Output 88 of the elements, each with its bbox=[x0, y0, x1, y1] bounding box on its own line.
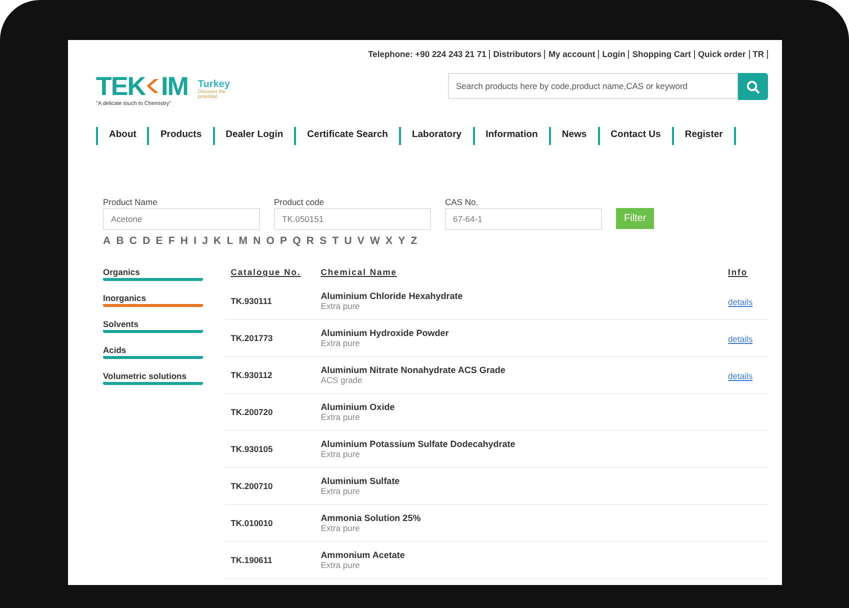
search-icon bbox=[746, 80, 760, 94]
letter-link[interactable]: O bbox=[266, 235, 274, 247]
letter-link[interactable]: I bbox=[194, 235, 196, 247]
chemical-name: Ammonia Solution 25% bbox=[320, 513, 422, 523]
letter-link[interactable]: D bbox=[142, 235, 150, 247]
column-header: Info bbox=[728, 267, 749, 279]
grade-text: Extra pure bbox=[320, 301, 361, 311]
grade-text: Extra pure bbox=[320, 338, 361, 348]
letter-link[interactable]: W bbox=[370, 235, 380, 247]
field-label: CAS No. bbox=[445, 197, 480, 207]
top-link[interactable]: Quick order bbox=[694, 50, 750, 59]
top-link[interactable]: TR bbox=[750, 50, 768, 59]
letter-link[interactable]: R bbox=[306, 235, 314, 247]
column-header: Catalogue No. bbox=[230, 267, 302, 279]
letter-link[interactable]: B bbox=[116, 235, 124, 247]
letter-link[interactable]: M bbox=[238, 235, 248, 247]
letter-link[interactable]: J bbox=[202, 235, 208, 247]
letter-link[interactable]: K bbox=[214, 235, 222, 247]
input-field[interactable]: Acetone bbox=[103, 208, 260, 230]
letter-link[interactable]: E bbox=[156, 235, 163, 247]
nav-link[interactable]: Contact Us bbox=[600, 127, 674, 145]
chemical-name: Aluminium Sulfate bbox=[320, 476, 401, 486]
nav-link[interactable]: Laboratory bbox=[400, 127, 475, 145]
letter-link[interactable]: Y bbox=[398, 235, 406, 247]
catalogue-number: TK.930112 bbox=[230, 370, 274, 380]
grade-text: Extra pure bbox=[320, 486, 361, 496]
nav-link[interactable]: About bbox=[98, 127, 150, 145]
chemical-name: Aluminium Potassium Sulfate Dodecahydrate bbox=[320, 439, 516, 449]
letter-link[interactable]: V bbox=[357, 235, 364, 247]
letter-link[interactable]: Q bbox=[292, 235, 301, 247]
search-button[interactable] bbox=[738, 73, 768, 100]
input-field[interactable]: TK.050151 bbox=[274, 208, 431, 230]
nav-link[interactable]: Information bbox=[474, 127, 551, 145]
catalogue-number: TK.930111 bbox=[230, 296, 273, 306]
letter-link[interactable]: T bbox=[332, 235, 339, 247]
field-label: Product code bbox=[274, 197, 326, 207]
letter-link[interactable]: A bbox=[103, 235, 111, 247]
grade-text: Extra pure bbox=[320, 560, 361, 570]
details-link[interactable]: details bbox=[728, 297, 753, 307]
letter-link[interactable]: Z bbox=[410, 235, 418, 247]
letter-link[interactable]: C bbox=[129, 235, 137, 247]
nav-link[interactable]: Certificate Search bbox=[296, 127, 401, 145]
grade-text: Extra pure bbox=[320, 449, 361, 459]
catalogue-number: TK.010010 bbox=[230, 518, 274, 528]
chemical-name: Aluminium Chloride Hexahydrate bbox=[320, 291, 464, 301]
category-link[interactable]: Organics bbox=[103, 267, 203, 281]
grade-text: ACS grade bbox=[320, 375, 364, 385]
nav-link[interactable]: News bbox=[550, 127, 600, 145]
catalogue-number: TK.930105 bbox=[230, 444, 274, 454]
input-field[interactable]: 67-64-1 bbox=[445, 208, 602, 230]
letter-link[interactable]: S bbox=[320, 235, 327, 247]
catalogue-number: TK.201773 bbox=[230, 333, 274, 343]
grade-text: Extra pure bbox=[320, 412, 361, 422]
catalogue-number: TK.200710 bbox=[230, 481, 274, 491]
category-link[interactable]: Volumetric solutions bbox=[103, 371, 203, 385]
category-link[interactable]: Inorganics bbox=[103, 293, 203, 307]
letter-link[interactable]: P bbox=[280, 235, 288, 247]
chemical-name: Ammonium Acetate bbox=[320, 550, 406, 560]
letter-link[interactable]: H bbox=[180, 235, 188, 247]
nav-link[interactable]: Dealer Login bbox=[214, 127, 296, 145]
letter-link[interactable]: L bbox=[226, 235, 234, 247]
logo-text: IM bbox=[161, 72, 188, 98]
details-link[interactable]: details bbox=[728, 371, 753, 381]
phone-text: Telephone: +90 224 243 21 71 bbox=[365, 50, 490, 59]
nav-link[interactable]: Register bbox=[674, 127, 736, 145]
letter-link[interactable]: X bbox=[386, 235, 393, 247]
grade-text: Extra pure bbox=[320, 523, 361, 533]
top-link[interactable]: Login bbox=[599, 50, 630, 59]
chemical-name: Aluminium Oxide bbox=[320, 402, 396, 412]
top-link[interactable]: Shopping Cart bbox=[629, 50, 695, 59]
top-link[interactable]: My account bbox=[545, 50, 600, 59]
category-link[interactable]: Solvents bbox=[103, 319, 203, 333]
search-field[interactable]: Search products here by code,product name,CAS or keyword bbox=[448, 73, 738, 99]
catalogue-number: TK.190611 bbox=[230, 555, 274, 565]
letter-link[interactable]: F bbox=[168, 235, 175, 247]
logo-country: Turkey bbox=[198, 79, 230, 90]
logo-text: TEK bbox=[96, 72, 145, 98]
category-link[interactable]: Acids bbox=[103, 345, 203, 359]
letter-link[interactable]: N bbox=[253, 235, 261, 247]
top-link[interactable]: Distributors bbox=[490, 50, 546, 59]
catalogue-number: TK.200720 bbox=[230, 407, 274, 417]
field-label: Product Name bbox=[103, 197, 158, 207]
chemical-name: Aluminium Nitrate Nonahydrate ACS Grade bbox=[320, 365, 506, 375]
details-link[interactable]: details bbox=[728, 334, 753, 344]
chemical-name: Aluminium Hydroxide Powder bbox=[320, 328, 450, 338]
column-header: Chemical Name bbox=[320, 267, 398, 279]
nav-link[interactable]: Products bbox=[149, 127, 215, 145]
letter-link[interactable]: U bbox=[344, 235, 352, 247]
